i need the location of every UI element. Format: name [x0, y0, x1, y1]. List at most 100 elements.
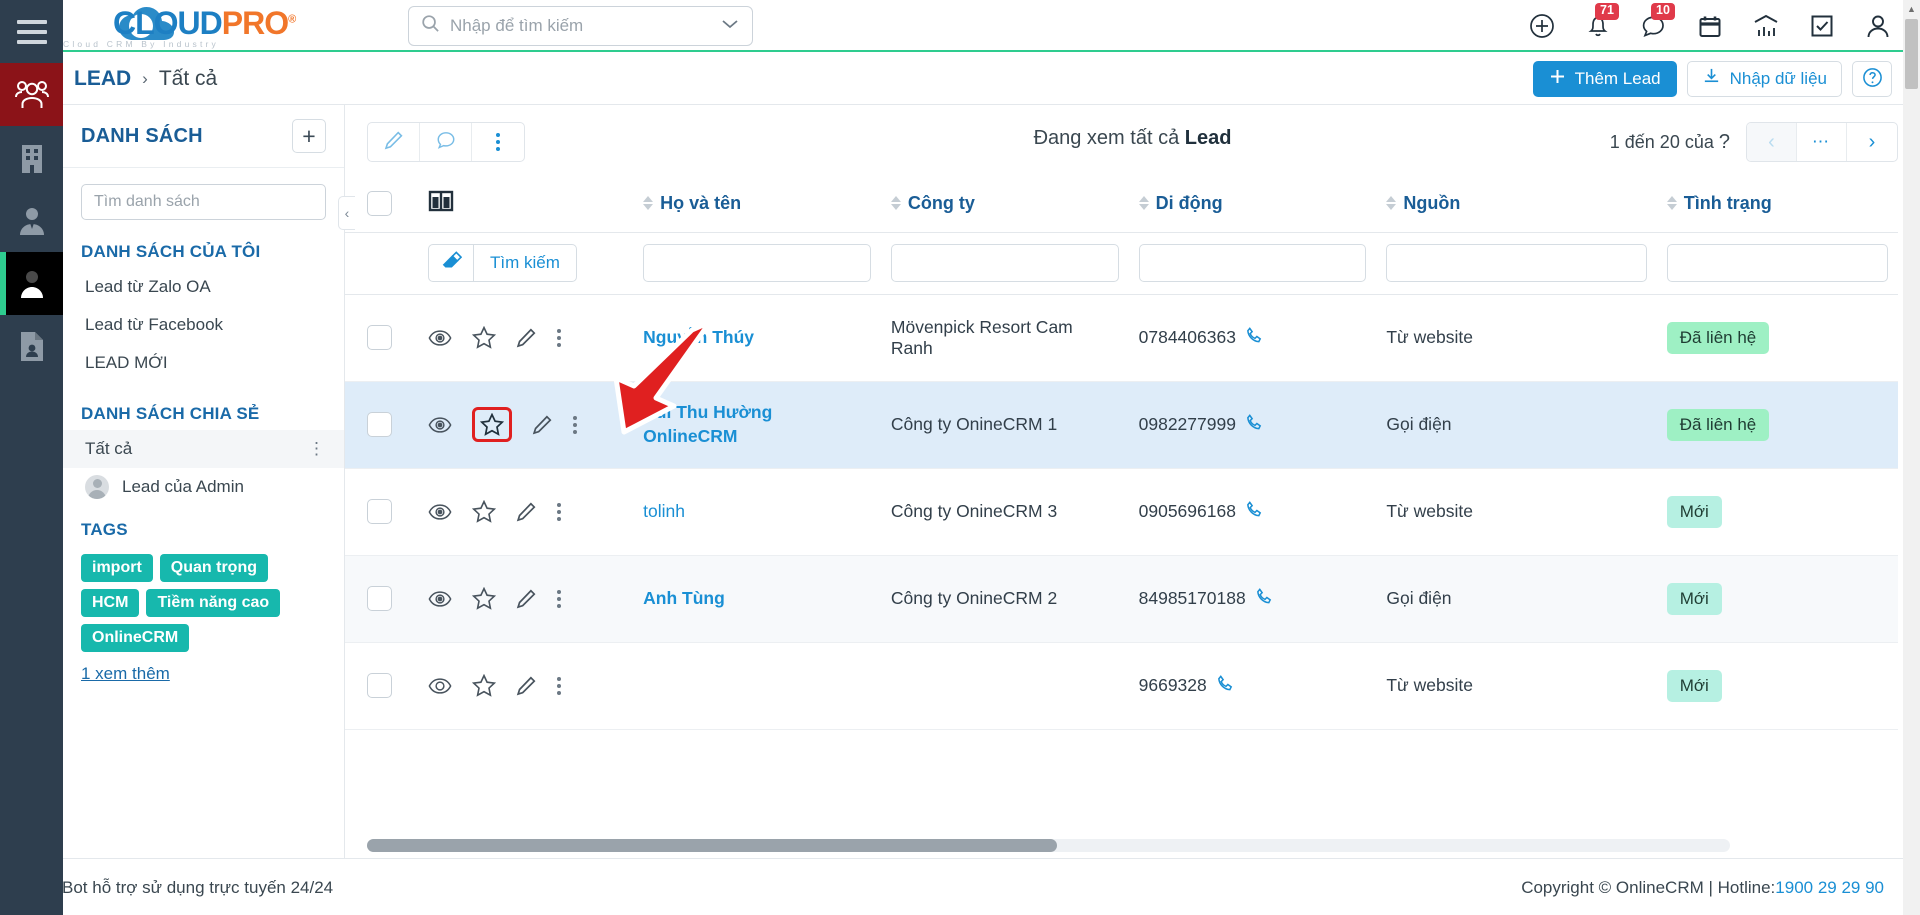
favorite-star-icon[interactable]	[472, 587, 497, 610]
sidebar-item-lead-facebook[interactable]: Lead từ Facebook	[63, 306, 344, 344]
sidebar-collapse-toggle[interactable]: ‹	[338, 196, 355, 230]
sort-icon[interactable]	[643, 196, 654, 211]
phone-call-icon[interactable]	[1245, 500, 1264, 524]
filter-input-name[interactable]	[643, 244, 871, 282]
row-checkbox[interactable]	[367, 325, 392, 350]
sort-icon[interactable]	[1138, 196, 1149, 211]
column-header-company[interactable]: Công ty	[880, 175, 1129, 233]
column-header-source[interactable]: Nguồn	[1376, 175, 1657, 233]
filter-input-phone[interactable]	[1138, 244, 1367, 282]
sidebar-item-lead-admin[interactable]: Lead của Admin	[63, 468, 344, 506]
view-eye-icon[interactable]	[428, 328, 452, 348]
tag-quan-trong[interactable]: Quan trọng	[159, 554, 268, 582]
edit-pencil-icon[interactable]	[532, 414, 553, 435]
brand-logo[interactable]: CLOUDPRO® Cloud CRM By Industry	[63, 2, 296, 50]
add-lead-button[interactable]: Thêm Lead	[1532, 61, 1677, 97]
phone-call-icon[interactable]	[1216, 674, 1235, 698]
rail-item-person-tie[interactable]	[0, 189, 63, 252]
table-row[interactable]: 9669328 Từ website Mới	[345, 642, 1898, 730]
prev-page-button[interactable]: ‹	[1747, 123, 1797, 161]
sidebar-item-lead-moi[interactable]: LEAD MỚI	[63, 344, 344, 382]
filter-input-company[interactable]	[890, 244, 1119, 282]
select-all-checkbox[interactable]	[367, 190, 392, 216]
user-account-icon[interactable]	[1864, 12, 1892, 40]
help-button[interactable]	[1852, 61, 1892, 97]
import-data-button[interactable]: Nhập dữ liệu	[1686, 61, 1842, 97]
edit-pencil-icon[interactable]	[516, 501, 537, 522]
tag-import[interactable]: import	[81, 554, 153, 582]
tag-hcm[interactable]: HCM	[81, 589, 140, 617]
phone-call-icon[interactable]	[1255, 587, 1274, 611]
sidebar-item-tat-ca[interactable]: Tất cả ⋮	[63, 430, 344, 468]
lead-name-link[interactable]: Bùi Thu Hường OnlineCRM	[643, 402, 772, 446]
edit-pencil-icon[interactable]	[516, 588, 537, 609]
more-vertical-icon[interactable]	[557, 676, 562, 695]
column-header-name[interactable]: Họ và tên	[633, 175, 881, 233]
horizontal-scrollbar[interactable]	[367, 839, 1730, 852]
chevron-down-icon[interactable]	[720, 16, 740, 36]
table-row[interactable]: Anh Tùng Công ty OnineCRM 2 84985170188 …	[345, 555, 1898, 643]
rail-item-contacts[interactable]	[0, 63, 63, 126]
more-vertical-icon[interactable]	[557, 589, 562, 608]
table-row[interactable]: Nguyễn Thúy Mövenpick Resort Cam Ranh 07…	[345, 294, 1898, 382]
breadcrumb-root[interactable]: LEAD	[74, 67, 131, 91]
tag-tiem-nang-cao[interactable]: Tiềm năng cao	[146, 589, 281, 617]
rail-item-document[interactable]	[0, 315, 63, 378]
view-eye-icon[interactable]	[428, 502, 452, 522]
rail-item-company[interactable]	[0, 126, 63, 189]
window-scrollbar[interactable]: ▲	[1903, 0, 1920, 915]
bell-icon[interactable]: 71	[1584, 3, 1619, 40]
sort-icon[interactable]	[1386, 196, 1397, 211]
view-eye-icon[interactable]	[428, 676, 452, 696]
horizontal-scrollbar-thumb[interactable]	[367, 839, 1057, 852]
column-header-phone[interactable]: Di động	[1128, 175, 1377, 233]
tags-more-link[interactable]: 1 xem thêm	[81, 664, 170, 683]
view-eye-icon[interactable]	[428, 415, 452, 435]
row-checkbox[interactable]	[367, 586, 392, 611]
support-bot[interactable]: ~ Bot hỗ trợ sử dụng trực tuyến 24/24	[18, 859, 333, 915]
analytics-icon[interactable]	[1752, 12, 1780, 40]
filter-input-status[interactable]	[1666, 244, 1888, 282]
window-scrollbar-thumb[interactable]	[1905, 19, 1918, 89]
search-filter-button[interactable]: Tìm kiếm	[474, 244, 577, 282]
list-search-input[interactable]: Tìm danh sách	[81, 184, 326, 220]
next-page-button[interactable]: ›	[1847, 123, 1897, 161]
lead-name-link[interactable]: Anh Tùng	[643, 588, 725, 608]
more-vertical-icon[interactable]	[557, 328, 562, 347]
column-layout-icon[interactable]	[428, 190, 454, 217]
row-checkbox[interactable]	[367, 499, 392, 524]
sort-icon[interactable]	[1666, 196, 1677, 211]
table-row[interactable]: tolinh Công ty OnineCRM 3 0905696168 Từ …	[345, 468, 1898, 556]
more-vertical-icon[interactable]	[573, 415, 578, 434]
rail-item-lead[interactable]	[0, 252, 63, 315]
row-checkbox[interactable]	[367, 673, 392, 698]
tag-onlinecrm[interactable]: OnlineCRM	[81, 624, 190, 652]
view-eye-icon[interactable]	[428, 589, 452, 609]
lead-name-link[interactable]: tolinh	[643, 501, 685, 521]
favorite-star-icon[interactable]	[472, 407, 513, 442]
favorite-star-icon[interactable]	[472, 326, 497, 349]
favorite-star-icon[interactable]	[472, 500, 497, 523]
sort-icon[interactable]	[890, 196, 901, 211]
lead-name-link[interactable]: Nguyễn Thúy	[643, 327, 754, 347]
row-checkbox[interactable]	[367, 412, 392, 437]
scroll-up-arrow[interactable]: ▲	[1903, 0, 1920, 17]
task-checkbox-icon[interactable]	[1808, 12, 1836, 40]
chat-icon[interactable]: 10	[1640, 3, 1675, 40]
global-search[interactable]: Nhập để tìm kiếm	[408, 6, 753, 46]
hotline-link[interactable]: 1900 29 29 90	[1775, 878, 1884, 898]
phone-call-icon[interactable]	[1245, 326, 1264, 350]
favorite-star-icon[interactable]	[472, 674, 497, 697]
sidebar-item-lead-zalo[interactable]: Lead từ Zalo OA	[63, 268, 344, 306]
column-header-status[interactable]: Tình trạng	[1656, 175, 1898, 233]
edit-pencil-icon[interactable]	[516, 675, 537, 696]
list-options-icon[interactable]: ⋮	[308, 439, 326, 459]
add-list-button[interactable]: +	[292, 119, 326, 153]
clear-filters-button[interactable]	[428, 244, 475, 282]
edit-pencil-icon[interactable]	[516, 327, 537, 348]
filter-input-source[interactable]	[1386, 244, 1647, 282]
more-vertical-icon[interactable]	[557, 502, 562, 521]
hamburger-menu-icon[interactable]	[0, 0, 63, 63]
calendar-icon[interactable]	[1696, 12, 1724, 40]
add-circle-icon[interactable]	[1528, 12, 1556, 40]
